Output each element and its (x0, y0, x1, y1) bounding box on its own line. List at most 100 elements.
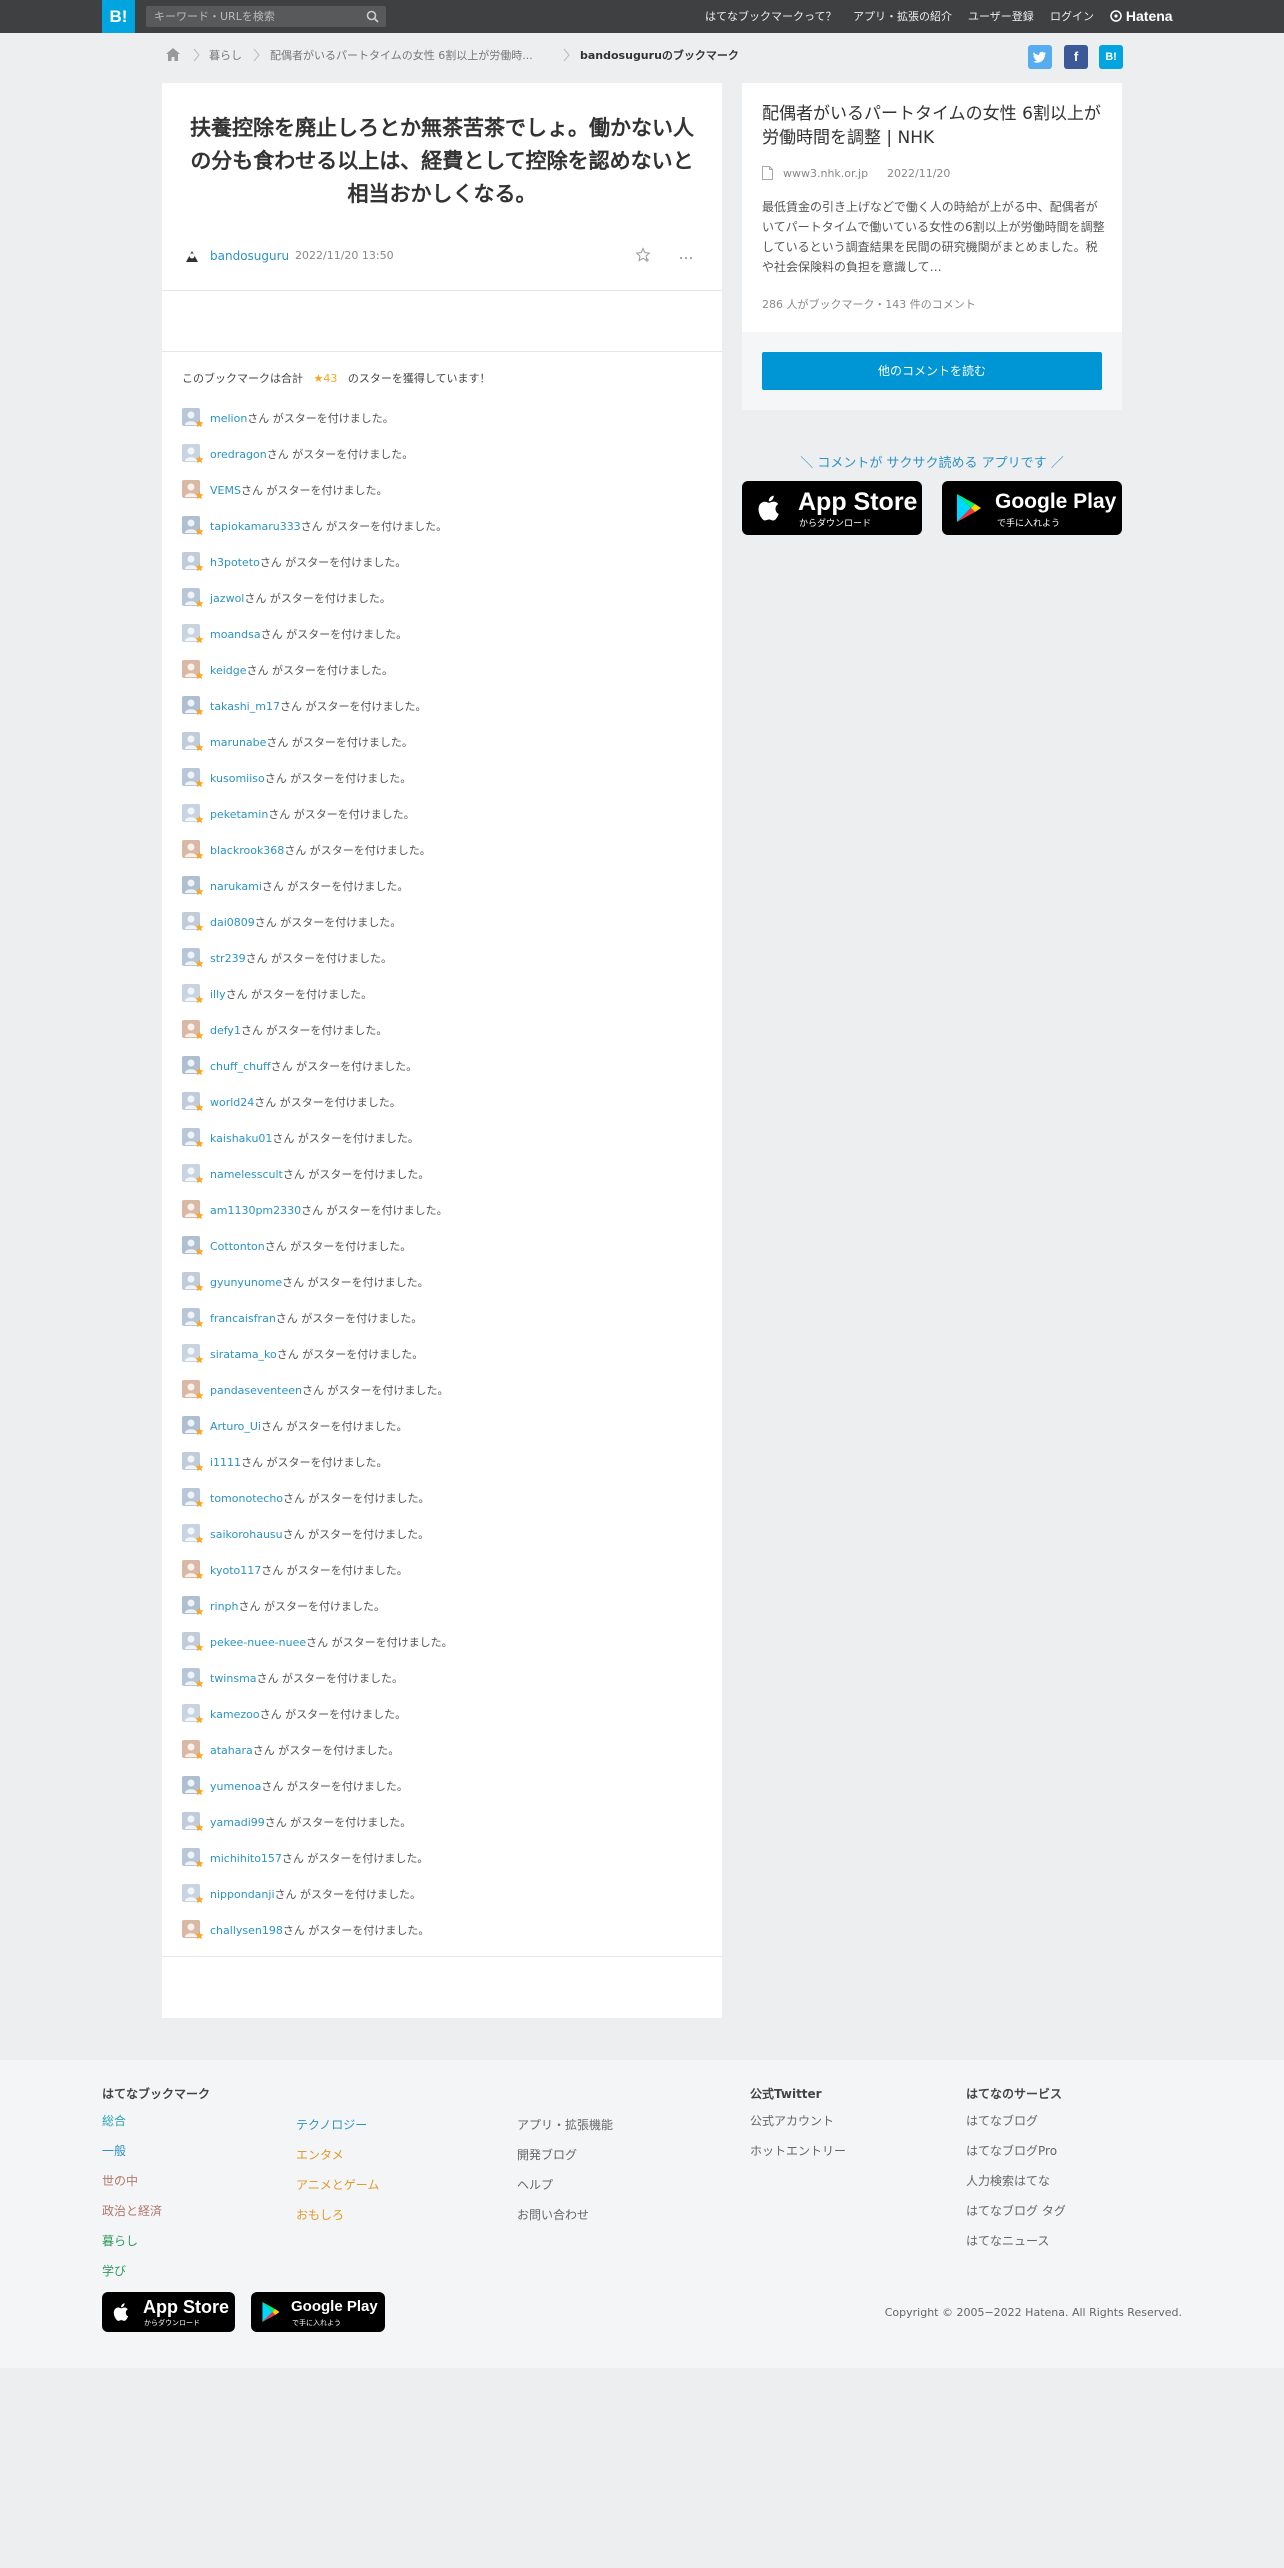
star-row-text: moandsaさん がスターを付けました。 (210, 626, 407, 642)
search-box[interactable] (146, 6, 386, 27)
hatena-bookmark-logo[interactable]: B! (102, 0, 135, 33)
more-menu-icon[interactable]: … (678, 247, 694, 263)
footer-cat-general2[interactable]: 一般 (102, 2143, 210, 2169)
footer-cat-knowledge[interactable]: 学び (102, 2263, 210, 2289)
star-user-link[interactable]: illy (210, 988, 226, 1001)
footer-link-help[interactable]: ヘルプ (517, 2177, 613, 2203)
footer-service-blogpro[interactable]: はてなブログPro (966, 2143, 1066, 2169)
entry-title[interactable]: 配偶者がいるパートタイムの女性 6割以上が労働時間を調整 | NHK (762, 102, 1107, 150)
footer-link-contact[interactable]: お問い合わせ (517, 2207, 613, 2233)
star-user-link[interactable]: jazwol (210, 592, 244, 605)
star-user-link[interactable]: Arturo_Ui (210, 1420, 261, 1433)
footer-app-store-badge[interactable]: App Store からダウンロード (102, 2292, 235, 2332)
star-user-link[interactable]: peketamin (210, 808, 268, 821)
footer-service-blogtag[interactable]: はてなブログ タグ (966, 2203, 1066, 2229)
star-user-link[interactable]: yumenoa (210, 1780, 261, 1793)
star-user-link[interactable]: oredragon (210, 448, 267, 461)
hatena-brand[interactable]: Hatena (1110, 0, 1173, 33)
footer-cat-politics[interactable]: 政治と経済 (102, 2203, 210, 2229)
star-user-link[interactable]: Cottonton (210, 1240, 265, 1253)
footer-cat-entertainment[interactable]: エンタメ (296, 2147, 379, 2173)
star-user-link[interactable]: kusomiiso (210, 772, 265, 785)
star-user-link[interactable]: marunabe (210, 736, 266, 749)
star-user-link[interactable]: h3poteto (210, 556, 260, 569)
twitter-share-button[interactable] (1028, 45, 1052, 69)
star-user-link[interactable]: tapiokamaru333 (210, 520, 301, 533)
star-user-link[interactable]: defy1 (210, 1024, 241, 1037)
star-user-link[interactable]: siratama_ko (210, 1348, 277, 1361)
star-user-link[interactable]: nippondanji (210, 1888, 275, 1901)
star-user-link[interactable]: kyoto117 (210, 1564, 261, 1577)
star-user-link[interactable]: blackrook368 (210, 844, 284, 857)
star-user-link[interactable]: takashi_m17 (210, 700, 280, 713)
star-user-link[interactable]: yamadi99 (210, 1816, 265, 1829)
footer-link-devblog[interactable]: 開発ブログ (517, 2147, 613, 2173)
footer-cat-anime-game[interactable]: アニメとゲーム (296, 2177, 379, 2203)
star-icon (195, 1859, 204, 1868)
star-user-link[interactable]: francaisfran (210, 1312, 276, 1325)
star-user-link[interactable]: VEMS (210, 484, 241, 497)
star-user-link[interactable]: saikorohausu (210, 1528, 283, 1541)
breadcrumb-entry[interactable]: 配偶者がいるパートタイムの女性 6割以上が労働時... (270, 46, 533, 66)
footer-service-q[interactable]: 人力検索はてな (966, 2173, 1066, 2199)
google-play-icon (957, 494, 981, 522)
star-user-link[interactable]: moandsa (210, 628, 261, 641)
star-user-link[interactable]: tomonotecho (210, 1492, 283, 1505)
app-store-badge[interactable]: App Store からダウンロード (742, 481, 922, 535)
star-user-link[interactable]: narukami (210, 880, 262, 893)
star-row-suffix: さん がスターを付けました。 (254, 916, 402, 929)
footer-cat-tech[interactable]: テクノロジー (296, 2117, 379, 2143)
footer-cat-society[interactable]: 世の中 (102, 2173, 210, 2199)
star-user-link[interactable]: str239 (210, 952, 246, 965)
footer-service-blog[interactable]: はてなブログ (966, 2113, 1066, 2139)
home-icon[interactable] (165, 47, 181, 62)
apple-icon (113, 2303, 129, 2321)
star-icon (195, 1355, 204, 1364)
nav-about[interactable]: はてなブックマークって？ (705, 0, 836, 33)
google-play-badge[interactable]: Google Play で手に入れよう (942, 481, 1122, 535)
star-user-link[interactable]: challysen198 (210, 1924, 283, 1937)
footer-service-news[interactable]: はてなニュース (966, 2233, 1066, 2259)
star-user-link[interactable]: gyunyunome (210, 1276, 282, 1289)
entry-stats[interactable]: 286 人がブックマーク・143 件のコメント (762, 296, 976, 312)
app-promo-text: ＼ コメントが サクサク読める アプリです ／ (800, 456, 1064, 471)
author-name[interactable]: bandosuguru (210, 249, 289, 263)
author-avatar[interactable] (183, 247, 201, 265)
hatena-share-button[interactable]: B! (1099, 45, 1123, 69)
nav-signup[interactable]: ユーザー登録 (968, 0, 1034, 33)
nav-apps[interactable]: アプリ・拡張の紹介 (853, 0, 952, 33)
search-input[interactable] (146, 6, 361, 27)
facebook-share-button[interactable]: f (1064, 45, 1088, 69)
star-user-link[interactable]: dai0809 (210, 916, 255, 929)
footer-cat-life[interactable]: 暮らし (102, 2233, 210, 2259)
footer-twitter-hotentry[interactable]: ホットエントリー (750, 2143, 846, 2169)
footer-cat-fun[interactable]: おもしろ (296, 2207, 379, 2233)
star-user-link[interactable]: am1130pm2330 (210, 1204, 301, 1217)
star-user-link[interactable]: i1111 (210, 1456, 241, 1469)
footer-twitter-official[interactable]: 公式アカウント (750, 2113, 846, 2139)
star-user-link[interactable]: pandaseventeen (210, 1384, 302, 1397)
read-other-comments-button[interactable]: 他のコメントを読む (762, 352, 1102, 390)
star-user-link[interactable]: pekee-nuee-nuee (210, 1636, 306, 1649)
search-icon[interactable] (366, 10, 379, 23)
star-user-link[interactable]: world24 (210, 1096, 254, 1109)
star-user-link[interactable]: michihito157 (210, 1852, 282, 1865)
star-user-link[interactable]: keidge (210, 664, 247, 677)
comment-timestamp[interactable]: 2022/11/20 13:50 (295, 249, 394, 262)
star-user-link[interactable]: namelesscult (210, 1168, 283, 1181)
footer-cat-general[interactable]: 総合 (102, 2113, 210, 2139)
nav-login[interactable]: ログイン (1050, 0, 1094, 33)
star-count[interactable]: ★43 (314, 372, 338, 385)
star-user-link[interactable]: rinph (210, 1600, 239, 1613)
add-star-icon[interactable] (635, 247, 651, 263)
star-user-link[interactable]: chuff_chuff (210, 1060, 271, 1073)
star-user-link[interactable]: kaishaku01 (210, 1132, 272, 1145)
star-user-link[interactable]: melion (210, 412, 247, 425)
breadcrumb-category[interactable]: 暮らし (209, 46, 242, 66)
footer-google-play-badge[interactable]: Google Play で手に入れよう (251, 2292, 385, 2332)
entry-domain[interactable]: www3.nhk.or.jp (783, 167, 868, 180)
star-user-link[interactable]: kamezoo (210, 1708, 260, 1721)
star-user-link[interactable]: atahara (210, 1744, 253, 1757)
footer-link-apps[interactable]: アプリ・拡張機能 (517, 2117, 613, 2143)
star-user-link[interactable]: twinsma (210, 1672, 257, 1685)
